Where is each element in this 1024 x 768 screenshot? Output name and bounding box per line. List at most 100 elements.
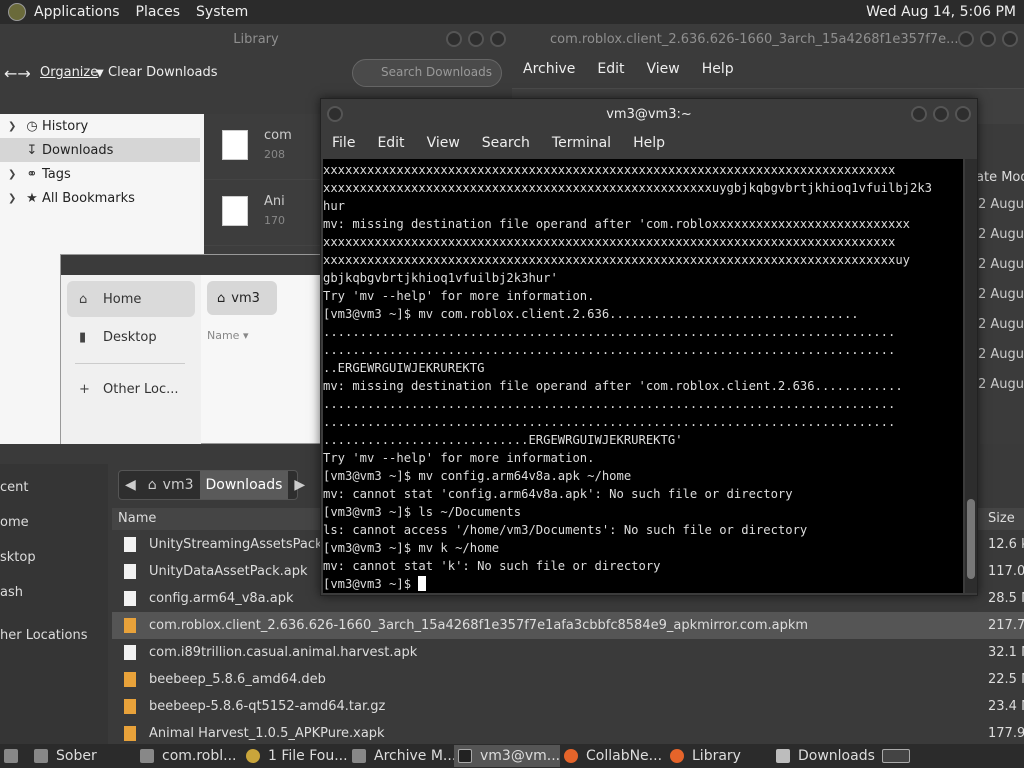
maximize-button[interactable]	[980, 31, 996, 47]
task-terminal[interactable]: vm3@vm...	[454, 745, 560, 767]
clear-downloads-button[interactable]: Clear Downloads	[108, 65, 218, 80]
terminal-prompt-line[interactable]: [vm3@vm3 ~]$	[323, 575, 963, 593]
path-button-home[interactable]: ⌂ vm3	[207, 281, 277, 315]
sidebar-item-desktop[interactable]: sktop	[0, 550, 36, 565]
download-name: Ani	[264, 194, 285, 209]
terminal-output[interactable]: xxxxxxxxxxxxxxxxxxxxxxxxxxxxxxxxxxxxxxxx…	[323, 159, 963, 593]
task-collabnet[interactable]: CollabNe...	[560, 745, 666, 767]
window-menu-button[interactable]	[327, 106, 343, 122]
archive-titlebar[interactable]: com.roblox.client_2.636.626-1660_3arch_1…	[512, 24, 1024, 54]
task-sober[interactable]: Sober	[30, 745, 136, 767]
menu-edit[interactable]: Edit	[586, 61, 635, 77]
terminal-titlebar[interactable]: vm3@vm3:~	[321, 99, 977, 129]
sidebar-item-other-locations[interactable]: her Locations	[0, 628, 87, 643]
file-row[interactable]: beebeep_5.8.6_amd64.deb 22.5 M	[112, 666, 1024, 693]
menu-file[interactable]: File	[321, 135, 366, 151]
places-sidebar: ⌂ Home ▮ Desktop + Other Loc...	[61, 275, 201, 445]
sidebar-item-history[interactable]: ❯ ◷ History	[0, 114, 200, 138]
close-button[interactable]	[1002, 31, 1018, 47]
distro-logo-icon[interactable]	[8, 3, 26, 21]
task-label: Downloads	[798, 748, 875, 764]
task-downloads[interactable]: Downloads	[772, 745, 878, 767]
file-row[interactable]: com.i89trillion.casual.animal.harvest.ap…	[112, 639, 1024, 666]
organize-menu[interactable]: Organize	[40, 65, 98, 80]
chevron-right-icon[interactable]: ▶	[288, 471, 311, 499]
archive-menubar: Archive Edit View Help	[512, 54, 1024, 84]
date-cell: 2 August	[978, 287, 1024, 302]
maximize-button[interactable]	[468, 31, 484, 47]
task-file-search[interactable]: 1 File Fou...	[242, 745, 348, 767]
task-label: 1 File Fou...	[268, 748, 348, 764]
clock-icon: ◷	[26, 118, 38, 134]
path-segment-downloads[interactable]: Downloads	[199, 471, 289, 499]
sidebar-item-tags[interactable]: ❯ ⚭ Tags	[0, 162, 200, 186]
workspace-switcher[interactable]	[878, 745, 914, 767]
sidebar-item-downloads[interactable]: ↧ Downloads	[0, 138, 200, 162]
column-name[interactable]: Name ▾	[207, 329, 248, 342]
sidebar-item-desktop[interactable]: ▮ Desktop	[67, 319, 195, 355]
back-forward-icon[interactable]: ←→	[4, 64, 31, 83]
tag-icon: ⚭	[26, 166, 38, 182]
minimize-button[interactable]	[446, 31, 462, 47]
file-name: com.roblox.client_2.636.626-1660_3arch_1…	[149, 618, 809, 633]
show-desktop-button[interactable]	[0, 745, 30, 767]
terminal-scrollbar[interactable]	[965, 159, 977, 593]
sidebar-item-home[interactable]: ⌂ Home	[67, 281, 195, 317]
sidebar-item-trash[interactable]: ash	[0, 585, 23, 600]
menu-edit[interactable]: Edit	[366, 135, 415, 151]
package-icon	[124, 618, 136, 633]
applications-menu[interactable]: Applications	[26, 4, 128, 20]
path-segment-vm3[interactable]: ⌂ vm3	[142, 471, 200, 499]
minimize-button[interactable]	[958, 31, 974, 47]
library-titlebar[interactable]: Library	[0, 24, 512, 54]
file-name: Animal Harvest_1.0.5_APKPure.xapk	[149, 726, 385, 741]
menu-view[interactable]: View	[416, 135, 471, 151]
expand-icon[interactable]: ❯	[8, 169, 22, 180]
column-size[interactable]: Size	[988, 511, 1015, 526]
file-row[interactable]: Animal Harvest_1.0.5_APKPure.xapk 177.9	[112, 720, 1024, 747]
terminal-window: vm3@vm3:~ File Edit View Search Terminal…	[320, 98, 978, 596]
menu-terminal[interactable]: Terminal	[541, 135, 622, 151]
files-headerbar[interactable]	[61, 255, 331, 275]
sidebar-item-recent[interactable]: cent	[0, 480, 28, 495]
clock[interactable]: Wed Aug 14, 5:06 PM	[866, 4, 1024, 20]
file-size: 28.5 M	[988, 591, 1024, 606]
column-name[interactable]: Name	[118, 511, 156, 526]
menu-help[interactable]: Help	[622, 135, 676, 151]
column-date-modified[interactable]: ate Mod	[976, 170, 1024, 190]
path-label: vm3	[231, 290, 260, 306]
sidebar-item-other-locations[interactable]: + Other Loc...	[67, 371, 195, 407]
expand-icon[interactable]: ❯	[8, 193, 22, 204]
star-icon: ★	[26, 190, 38, 206]
system-menu[interactable]: System	[188, 4, 256, 20]
file-size: 22.5 M	[988, 672, 1024, 687]
task-library[interactable]: Library	[666, 745, 772, 767]
files-window-small: ⌂ Home ▮ Desktop + Other Loc... ⌂ vm3 Name ▾	[60, 254, 331, 445]
chevron-left-icon[interactable]: ◀	[119, 471, 142, 499]
task-com-roblox[interactable]: com.robl...	[136, 745, 242, 767]
download-meta: 170	[264, 214, 285, 227]
expand-icon[interactable]: ❯	[8, 121, 22, 132]
places-menu[interactable]: Places	[128, 4, 189, 20]
download-meta: 208	[264, 148, 285, 161]
menu-archive[interactable]: Archive	[512, 61, 586, 77]
menu-view[interactable]: View	[636, 61, 691, 77]
menu-search[interactable]: Search	[471, 135, 541, 151]
file-row[interactable]: beebeep-5.8.6-qt5152-amd64.tar.gz 23.4 M	[112, 693, 1024, 720]
search-downloads-input[interactable]: Search Downloads	[352, 59, 502, 87]
menu-help[interactable]: Help	[691, 61, 745, 77]
close-button[interactable]	[955, 106, 971, 122]
sidebar-item-home[interactable]: ome	[0, 515, 29, 530]
scrollbar-thumb[interactable]	[967, 499, 975, 579]
maximize-button[interactable]	[933, 106, 949, 122]
task-archive-manager[interactable]: Archive M...	[348, 745, 454, 767]
file-row-selected[interactable]: com.roblox.client_2.636.626-1660_3arch_1…	[112, 612, 1024, 639]
firefox-icon	[564, 749, 578, 763]
terminal-line: ............................ERGEWRGUIWJE…	[323, 433, 683, 447]
home-icon: ⌂	[79, 291, 88, 307]
minimize-button[interactable]	[911, 106, 927, 122]
date-cell: 2 August	[978, 347, 1024, 362]
terminal-line: gbjkqbgvbrtjkhioq1vfuilbj2k3hur'	[323, 271, 558, 285]
close-button[interactable]	[490, 31, 506, 47]
sidebar-item-all-bookmarks[interactable]: ❯ ★ All Bookmarks	[0, 186, 200, 210]
